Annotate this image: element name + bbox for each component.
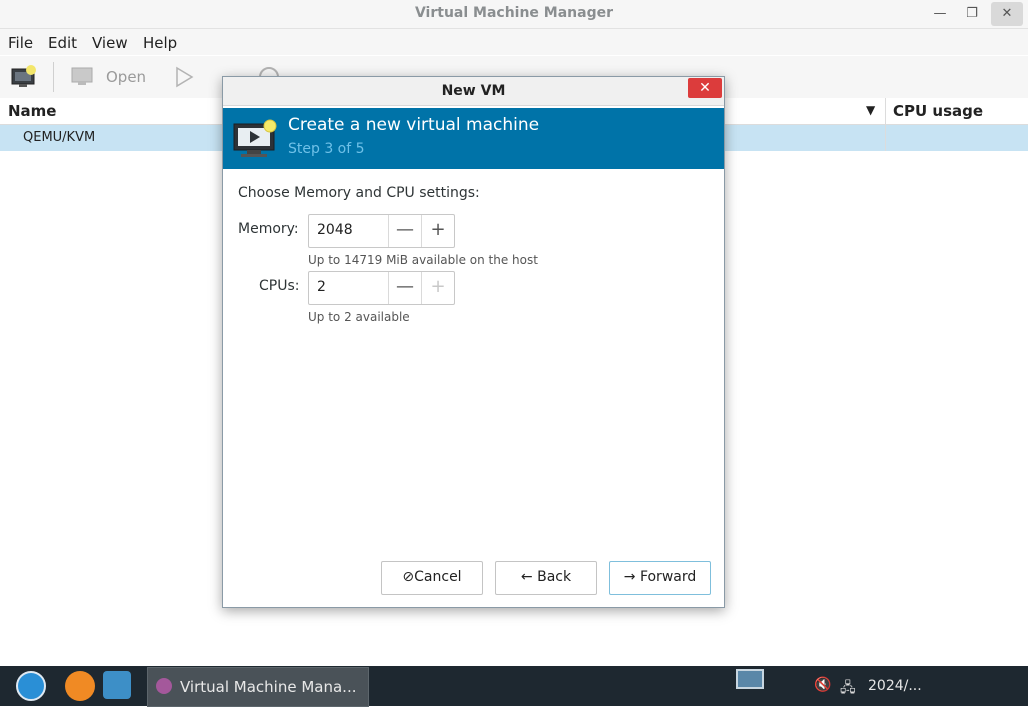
taskbar-task-label: Virtual Machine Mana... (180, 678, 357, 696)
chevron-down-icon[interactable]: ▼ (866, 103, 875, 117)
vmm-app-icon (156, 678, 172, 694)
cpus-label: CPUs: (259, 278, 300, 294)
cancel-label: Cancel (414, 569, 462, 585)
new-vm-button[interactable] (10, 64, 38, 94)
memory-hint: Up to 14719 MiB available on the host (308, 253, 538, 267)
memory-decrease-button[interactable]: — (388, 215, 421, 247)
network-icon[interactable]: 🖧 (840, 677, 856, 701)
cancel-button[interactable]: ⊘Cancel (381, 561, 483, 595)
forward-arrow-icon: → (623, 569, 636, 585)
new-vm-icon (233, 119, 277, 157)
back-arrow-icon: ← (520, 569, 533, 585)
start-menu-icon[interactable] (16, 671, 46, 701)
dialog-title: New VM (441, 83, 506, 99)
cpus-decrease-button[interactable]: — (388, 272, 421, 304)
cpus-input[interactable]: 2 (317, 279, 326, 295)
taskbar: Virtual Machine Mana... 🔇 🖧 2024/... (0, 666, 1028, 707)
back-label: Back (537, 569, 572, 585)
menu-bar: File Edit View Help (0, 29, 1028, 55)
taskbar-task-vmm[interactable]: Virtual Machine Mana... (147, 667, 369, 707)
close-icon: ✕ (699, 80, 711, 96)
file-manager-icon[interactable] (103, 671, 131, 699)
menu-edit[interactable]: Edit (48, 34, 77, 52)
open-button[interactable] (70, 66, 96, 92)
monitor-icon (71, 67, 93, 85)
window-title: Virtual Machine Manager (414, 5, 614, 21)
dialog-heading: Create a new virtual machine (288, 115, 540, 135)
column-cpu-usage[interactable]: CPU usage (893, 102, 983, 120)
firefox-icon[interactable] (65, 671, 95, 701)
memory-input[interactable]: 2048 (317, 222, 353, 238)
menu-file[interactable]: File (8, 34, 33, 52)
forward-label: Forward (639, 569, 697, 585)
cancel-icon: ⊘ (402, 569, 415, 585)
settings-intro: Choose Memory and CPU settings: (238, 185, 480, 201)
workspace-icon[interactable] (736, 669, 764, 689)
clock[interactable]: 2024/... (868, 678, 922, 694)
cpus-hint: Up to 2 available (308, 310, 410, 324)
back-button[interactable]: ← Back (495, 561, 597, 595)
dialog-header-banner: Create a new virtual machine Step 3 of 5 (223, 108, 724, 169)
forward-button[interactable]: → Forward (609, 561, 711, 595)
window-titlebar: Virtual Machine Manager — ❐ ✕ (0, 0, 1028, 29)
volume-muted-icon[interactable]: 🔇 (814, 677, 831, 693)
play-icon (176, 66, 194, 88)
run-button[interactable] (173, 66, 195, 92)
menu-view[interactable]: View (92, 34, 128, 52)
memory-label: Memory: (238, 221, 299, 237)
maximize-button[interactable]: ❐ (956, 2, 988, 26)
new-vm-dialog: New VM ✕ Create a new virtual machine St… (222, 76, 725, 608)
cpus-increase-button: + (421, 272, 454, 304)
dialog-close-button[interactable]: ✕ (688, 78, 722, 98)
minimize-button[interactable]: — (924, 2, 956, 26)
column-name[interactable]: Name (8, 102, 56, 120)
new-vm-icon (11, 65, 36, 87)
connection-name: QEMU/KVM (23, 130, 96, 145)
menu-help[interactable]: Help (143, 34, 177, 52)
open-label: Open (106, 68, 147, 86)
memory-increase-button[interactable]: + (421, 215, 454, 247)
cpus-stepper[interactable]: 2 — + (308, 271, 455, 305)
dialog-titlebar: New VM ✕ (223, 77, 724, 106)
step-indicator: Step 3 of 5 (288, 141, 365, 157)
memory-stepper[interactable]: 2048 — + (308, 214, 455, 248)
window-close-button[interactable]: ✕ (991, 2, 1023, 26)
